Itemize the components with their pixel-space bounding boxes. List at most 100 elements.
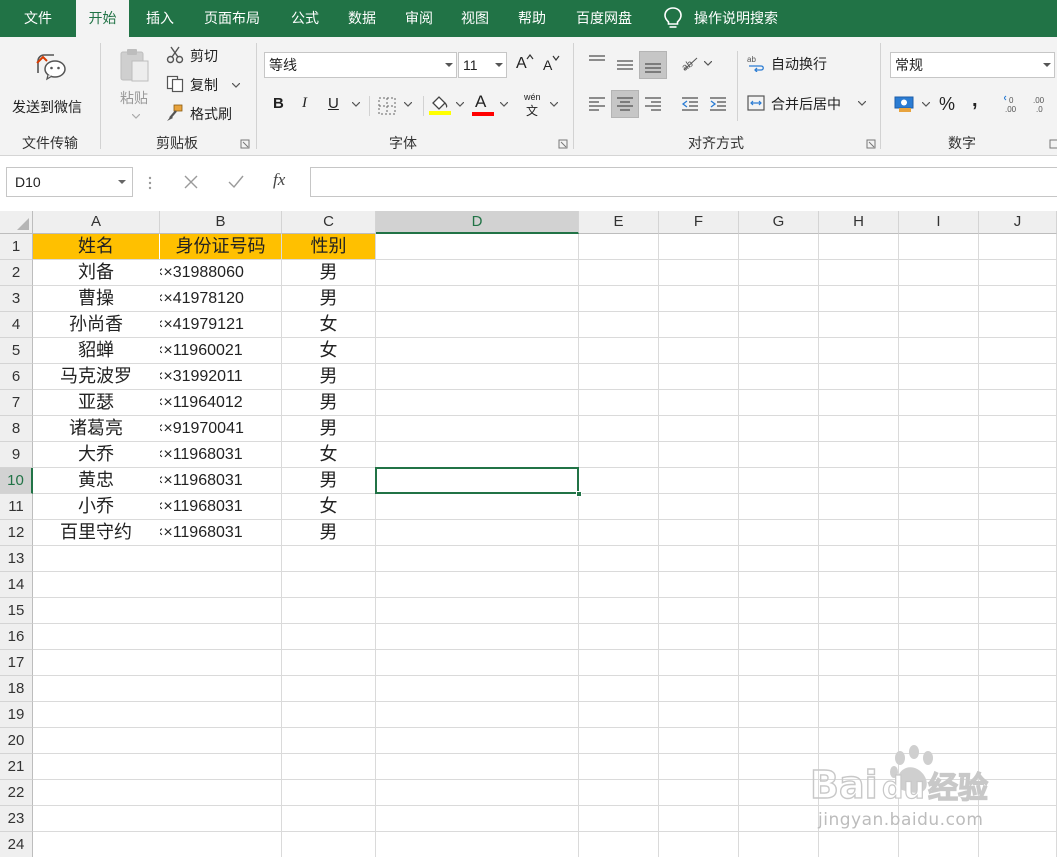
wrap-text-button[interactable]: ab 自动换行 xyxy=(747,53,857,75)
fill-color-button[interactable] xyxy=(428,92,468,118)
name-cell[interactable]: 亚瑟 xyxy=(33,390,159,416)
align-right-icon[interactable] xyxy=(643,96,663,112)
increase-decimal-icon[interactable]: 0.00 xyxy=(1004,94,1024,114)
column-header-g[interactable]: G xyxy=(739,211,819,234)
row-header-7[interactable]: 7 xyxy=(0,390,33,416)
row-header-23[interactable]: 23 xyxy=(0,806,33,832)
gender-cell[interactable]: 男 xyxy=(282,390,375,416)
phonetic-guide-button[interactable]: wén 文 xyxy=(520,92,562,118)
id-number-cell[interactable]: ××31988060 xyxy=(160,260,281,286)
name-cell[interactable]: 曹操 xyxy=(33,286,159,312)
align-middle-icon[interactable] xyxy=(615,57,635,73)
tab-file[interactable]: 文件 xyxy=(0,0,76,37)
row-header-2[interactable]: 2 xyxy=(0,260,33,286)
row-header-9[interactable]: 9 xyxy=(0,442,33,468)
column-header-b[interactable]: B xyxy=(160,211,282,234)
id-number-cell[interactable]: ××11968031 xyxy=(160,494,281,520)
id-number-cell[interactable]: ××31992011 xyxy=(160,364,281,390)
grow-font-button[interactable]: A xyxy=(513,54,535,76)
name-cell[interactable]: 刘备 xyxy=(33,260,159,286)
column-header-f[interactable]: F xyxy=(659,211,739,234)
row-header-21[interactable]: 21 xyxy=(0,754,33,780)
row-header-19[interactable]: 19 xyxy=(0,702,33,728)
number-dialog-launcher-icon[interactable] xyxy=(1049,139,1057,149)
font-name-combobox[interactable]: 等线 xyxy=(264,52,457,78)
gender-cell[interactable]: 女 xyxy=(282,338,375,364)
gender-cell[interactable]: 男 xyxy=(282,260,375,286)
id-number-cell[interactable]: ××11968031 xyxy=(160,520,281,546)
fill-handle[interactable] xyxy=(576,491,582,497)
send-to-wechat-button[interactable]: 发送到微信 xyxy=(6,47,94,115)
gender-cell[interactable]: 男 xyxy=(282,364,375,390)
cut-button[interactable]: 剪切 xyxy=(166,45,236,67)
decrease-decimal-icon[interactable]: .00.0 xyxy=(1032,94,1052,114)
column-header-e[interactable]: E xyxy=(579,211,659,234)
gender-cell[interactable]: 女 xyxy=(282,442,375,468)
row-header-3[interactable]: 3 xyxy=(0,286,33,312)
name-cell[interactable]: 小乔 xyxy=(33,494,159,520)
orientation-button[interactable]: ab xyxy=(678,53,714,75)
row-header-15[interactable]: 15 xyxy=(0,598,33,624)
tab-home[interactable]: 开始 xyxy=(76,0,129,38)
align-bottom-button[interactable] xyxy=(639,51,667,79)
formula-bar-grip-icon[interactable] xyxy=(148,176,152,190)
id-number-cell[interactable]: ××11964012 xyxy=(160,390,281,416)
italic-button[interactable]: I xyxy=(296,92,318,118)
alignment-dialog-launcher-icon[interactable] xyxy=(866,139,876,149)
increase-indent-icon[interactable] xyxy=(708,96,728,112)
row-header-24[interactable]: 24 xyxy=(0,832,33,857)
row-header-14[interactable]: 14 xyxy=(0,572,33,598)
paste-button[interactable]: 粘贴 xyxy=(112,45,156,125)
gender-cell[interactable]: 男 xyxy=(282,286,375,312)
name-cell[interactable]: 黄忠 xyxy=(33,468,159,494)
borders-button[interactable] xyxy=(376,92,420,118)
column-header-i[interactable]: I xyxy=(899,211,979,234)
align-center-button[interactable] xyxy=(611,90,639,118)
name-box[interactable]: D10 xyxy=(6,167,133,197)
merge-center-button[interactable]: 合并后居中 xyxy=(747,93,871,115)
clipboard-dialog-launcher-icon[interactable] xyxy=(240,139,250,149)
font-color-button[interactable]: A xyxy=(472,92,512,118)
tell-me-search[interactable]: 操作说明搜索 xyxy=(662,0,778,37)
column-header-c[interactable]: C xyxy=(282,211,376,234)
shrink-font-button[interactable]: A xyxy=(540,54,562,76)
name-cell[interactable]: 大乔 xyxy=(33,442,159,468)
row-header-4[interactable]: 4 xyxy=(0,312,33,338)
row-header-16[interactable]: 16 xyxy=(0,624,33,650)
bold-button[interactable]: B xyxy=(268,92,290,118)
row-header-8[interactable]: 8 xyxy=(0,416,33,442)
id-number-cell[interactable]: ××11968031 xyxy=(160,442,281,468)
tab-data[interactable]: 数据 xyxy=(337,0,387,37)
cancel-entry-icon[interactable] xyxy=(183,174,199,190)
name-cell[interactable]: 貂蝉 xyxy=(33,338,159,364)
gender-cell[interactable]: 男 xyxy=(282,468,375,494)
row-header-22[interactable]: 22 xyxy=(0,780,33,806)
id-number-cell[interactable]: ××41978120 xyxy=(160,286,281,312)
tab-review[interactable]: 审阅 xyxy=(394,0,444,37)
confirm-entry-icon[interactable] xyxy=(227,174,245,190)
number-format-combobox[interactable]: 常规 xyxy=(890,52,1055,78)
gender-cell[interactable]: 男 xyxy=(282,416,375,442)
id-number-cell[interactable]: ××91970041 xyxy=(160,416,281,442)
percent-style-button[interactable]: % xyxy=(939,94,955,115)
font-dialog-launcher-icon[interactable] xyxy=(558,139,568,149)
gender-cell[interactable]: 男 xyxy=(282,520,375,546)
name-cell[interactable]: 孙尚香 xyxy=(33,312,159,338)
row-header-13[interactable]: 13 xyxy=(0,546,33,572)
gender-cell[interactable]: 女 xyxy=(282,312,375,338)
tab-formulas[interactable]: 公式 xyxy=(280,0,330,37)
column-header-d[interactable]: D xyxy=(376,211,579,234)
gender-cell[interactable]: 女 xyxy=(282,494,375,520)
name-cell[interactable]: 马克波罗 xyxy=(33,364,159,390)
font-size-combobox[interactable]: 11 xyxy=(458,52,507,78)
id-number-cell[interactable]: ××11968031 xyxy=(160,468,281,494)
header-cell[interactable]: 姓名 xyxy=(33,234,159,259)
decrease-indent-icon[interactable] xyxy=(680,96,700,112)
row-header-20[interactable]: 20 xyxy=(0,728,33,754)
format-painter-button[interactable]: 格式刷 xyxy=(166,103,246,125)
formula-input[interactable] xyxy=(310,167,1057,197)
comma-style-button[interactable]: , xyxy=(972,89,978,112)
column-header-h[interactable]: H xyxy=(819,211,899,234)
select-all-button[interactable] xyxy=(0,211,33,234)
tab-help[interactable]: 帮助 xyxy=(507,0,557,37)
